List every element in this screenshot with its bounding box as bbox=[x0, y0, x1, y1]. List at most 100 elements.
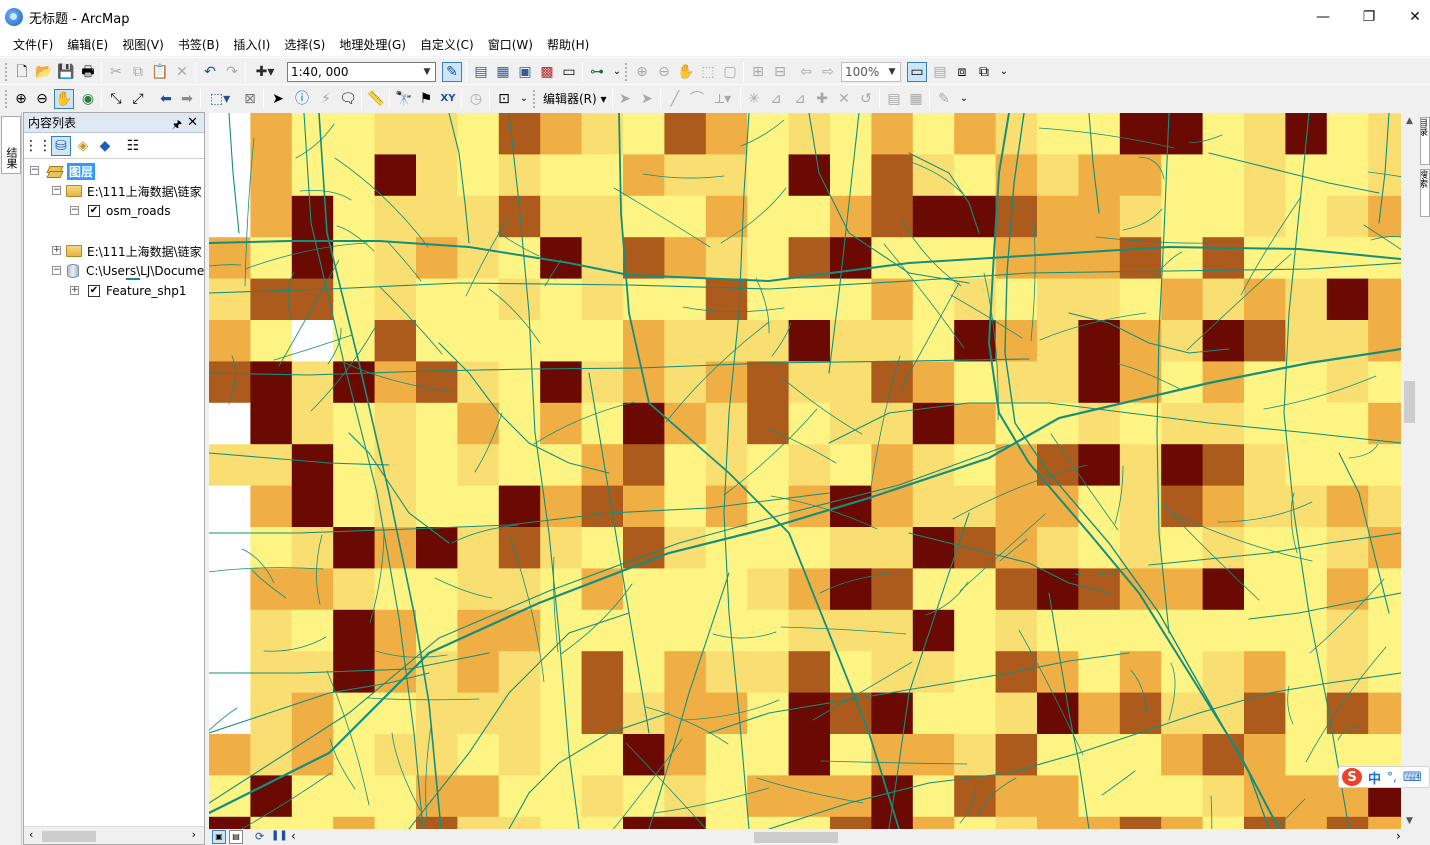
ime-punctuation-mode[interactable]: °, bbox=[1387, 770, 1397, 784]
trace-icon[interactable]: ⟂▾ bbox=[709, 89, 737, 109]
cut-icon[interactable]: ✂ bbox=[106, 62, 126, 82]
menu-file[interactable]: 文件(F) bbox=[6, 34, 60, 56]
map-scale-combo[interactable]: 1:40, 000 ▼ bbox=[287, 62, 436, 82]
keyboard-icon[interactable]: ⌨ bbox=[1403, 770, 1422, 785]
toc-options-icon[interactable]: ☷ bbox=[123, 136, 143, 156]
save-icon[interactable]: 💾 bbox=[56, 62, 76, 82]
sketch-properties-icon[interactable]: ▦ bbox=[906, 89, 926, 109]
toolbar-grip[interactable] bbox=[4, 89, 8, 109]
collapse-icon[interactable]: − bbox=[70, 206, 79, 215]
time-slider-icon[interactable]: ◷ bbox=[466, 89, 486, 109]
create-viewer-window-icon[interactable]: ⊡ bbox=[494, 89, 514, 109]
rotate-tool-icon[interactable]: ↺ bbox=[856, 89, 876, 109]
chevron-down-icon[interactable]: ▼ bbox=[884, 63, 900, 81]
change-layout-icon[interactable]: ⧈ bbox=[952, 62, 972, 82]
list-by-selection-icon[interactable]: ◆ bbox=[95, 136, 115, 156]
zoom-in-icon[interactable]: ⊕ bbox=[11, 89, 31, 109]
chevron-down-icon[interactable]: ▼ bbox=[419, 63, 435, 81]
edit-vertices-icon[interactable]: ✳ bbox=[744, 89, 764, 109]
scroll-up-icon[interactable]: ▲ bbox=[1401, 113, 1418, 129]
pause-drawing-icon[interactable]: ❚❚ bbox=[271, 830, 288, 841]
layer-visibility-checkbox[interactable]: ✔ bbox=[88, 285, 100, 297]
paste-icon[interactable]: 📋 bbox=[150, 62, 170, 82]
collapse-icon[interactable]: − bbox=[30, 166, 39, 175]
expand-icon[interactable]: + bbox=[52, 246, 61, 255]
close-window-button[interactable]: ✕ bbox=[1392, 0, 1430, 34]
layer-visibility-checkbox[interactable]: ✔ bbox=[88, 205, 100, 217]
arctoolbox-icon[interactable]: ▩ bbox=[537, 62, 557, 82]
toolbar-options-chevron-icon[interactable]: ⌄ bbox=[954, 89, 974, 109]
html-popup-icon[interactable]: 🗨 bbox=[338, 89, 358, 109]
menu-bookmarks[interactable]: 书签(B) bbox=[171, 34, 227, 56]
results-tab[interactable]: 结果 bbox=[1, 116, 21, 174]
reshape-icon[interactable]: ⊿ bbox=[766, 89, 786, 109]
data-view-icon[interactable]: ▣ bbox=[212, 830, 226, 844]
editor-menu-button[interactable]: 编辑器(R) ▾ bbox=[543, 90, 607, 107]
straight-segment-icon[interactable]: ╱ bbox=[665, 89, 685, 109]
toolbar-grip[interactable] bbox=[624, 62, 628, 82]
list-by-source-icon[interactable]: ⛁ bbox=[51, 136, 71, 156]
layout-zoom-in-icon[interactable]: ⊕ bbox=[632, 62, 652, 82]
cut-polygons-icon[interactable]: ⊿ bbox=[790, 89, 810, 109]
toolbar-options-chevron-icon[interactable]: ⌄ bbox=[994, 62, 1014, 82]
clear-selection-icon[interactable]: ⊠ bbox=[240, 89, 260, 109]
split-tool-icon[interactable]: ✚ bbox=[812, 89, 832, 109]
map-vertical-scrollbar[interactable]: ▲ ▼ bbox=[1401, 113, 1418, 829]
tree-item-osm-roads[interactable]: ✔ osm_roads bbox=[88, 202, 171, 220]
create-features-icon[interactable]: ✎ bbox=[934, 89, 954, 109]
toolbar-options-chevron-icon[interactable]: ⌄ bbox=[514, 89, 534, 109]
rotate-icon[interactable]: ✕ bbox=[834, 89, 854, 109]
undo-icon[interactable]: ↶ bbox=[200, 62, 220, 82]
toc-close-icon[interactable]: ✕ bbox=[187, 115, 198, 130]
add-data-icon[interactable]: ✚▾ bbox=[250, 62, 280, 82]
fixed-zoom-in-icon[interactable]: ⤡ bbox=[106, 89, 126, 109]
layout-zoom-combo[interactable]: 100% ▼ bbox=[841, 62, 901, 82]
search-window-icon[interactable]: ▣ bbox=[515, 62, 535, 82]
layout-zoom-out-icon[interactable]: ⊖ bbox=[654, 62, 674, 82]
map-display[interactable] bbox=[209, 113, 1401, 829]
new-document-icon[interactable]: 🗋 bbox=[12, 62, 32, 82]
fixed-zoom-out-layout-icon[interactable]: ⊟ bbox=[770, 62, 790, 82]
layout-pan-icon[interactable]: ✋ bbox=[676, 62, 696, 82]
hyperlink-icon[interactable]: ⚡ bbox=[316, 89, 336, 109]
python-window-icon[interactable]: ▭ bbox=[559, 62, 579, 82]
map-canvas[interactable] bbox=[209, 113, 1401, 829]
collapse-icon[interactable]: − bbox=[52, 266, 61, 275]
menu-help[interactable]: 帮助(H) bbox=[540, 34, 596, 56]
zoom-whole-page-icon[interactable]: ⬚ bbox=[698, 62, 718, 82]
scroll-left-icon[interactable]: ‹ bbox=[291, 829, 296, 843]
go-forward-extent-layout-icon[interactable]: ⇨ bbox=[818, 62, 838, 82]
toolbar-grip[interactable] bbox=[4, 62, 8, 82]
modelbuilder-icon[interactable]: ⊶ bbox=[587, 62, 607, 82]
search-tab[interactable]: 搜索 bbox=[1420, 169, 1430, 217]
collapse-icon[interactable]: − bbox=[52, 186, 61, 195]
delete-icon[interactable]: ✕ bbox=[172, 62, 192, 82]
edit-annotation-icon[interactable]: ➤ bbox=[637, 89, 657, 109]
select-elements-arrow-icon[interactable]: ➤ bbox=[268, 89, 288, 109]
toc-horizontal-scrollbar[interactable]: ‹ › bbox=[24, 826, 204, 844]
end-point-arc-icon[interactable]: ⌒ bbox=[687, 89, 707, 109]
go-to-xy-icon[interactable]: XY bbox=[438, 89, 458, 109]
measure-icon[interactable]: 📏 bbox=[366, 89, 386, 109]
map-horizontal-scrollbar-thumb[interactable] bbox=[754, 832, 838, 843]
scroll-right-icon[interactable]: › bbox=[192, 828, 196, 841]
print-icon[interactable]: 🖶 bbox=[78, 62, 98, 82]
menu-customize[interactable]: 自定义(C) bbox=[413, 34, 481, 56]
editor-toolbar-icon[interactable]: ✎ bbox=[442, 62, 462, 82]
go-back-extent-icon[interactable]: ⬅ bbox=[156, 89, 176, 109]
tree-item-feature-shp1[interactable]: ✔ Feature_shp1 bbox=[88, 282, 186, 300]
menu-insert[interactable]: 插入(I) bbox=[226, 34, 277, 56]
go-forward-extent-icon[interactable]: ➡ bbox=[177, 89, 197, 109]
find-binoculars-icon[interactable]: 🔭 bbox=[394, 89, 414, 109]
menu-view[interactable]: 视图(V) bbox=[115, 34, 171, 56]
select-features-icon[interactable]: ⬚▾ bbox=[206, 89, 234, 109]
minimize-button[interactable]: — bbox=[1300, 0, 1346, 34]
tree-item-folder-1[interactable]: E:\111上海数据\链家 bbox=[66, 182, 202, 200]
list-by-visibility-icon[interactable]: ◈ bbox=[73, 136, 93, 156]
toggle-draft-mode-icon[interactable]: ▭ bbox=[907, 62, 927, 82]
menu-edit[interactable]: 编辑(E) bbox=[60, 34, 115, 56]
copy-icon[interactable]: ⧉ bbox=[128, 62, 148, 82]
scroll-right-icon[interactable]: › bbox=[1396, 829, 1401, 843]
expand-icon[interactable]: + bbox=[70, 286, 79, 295]
pan-icon[interactable]: ✋ bbox=[54, 89, 74, 109]
